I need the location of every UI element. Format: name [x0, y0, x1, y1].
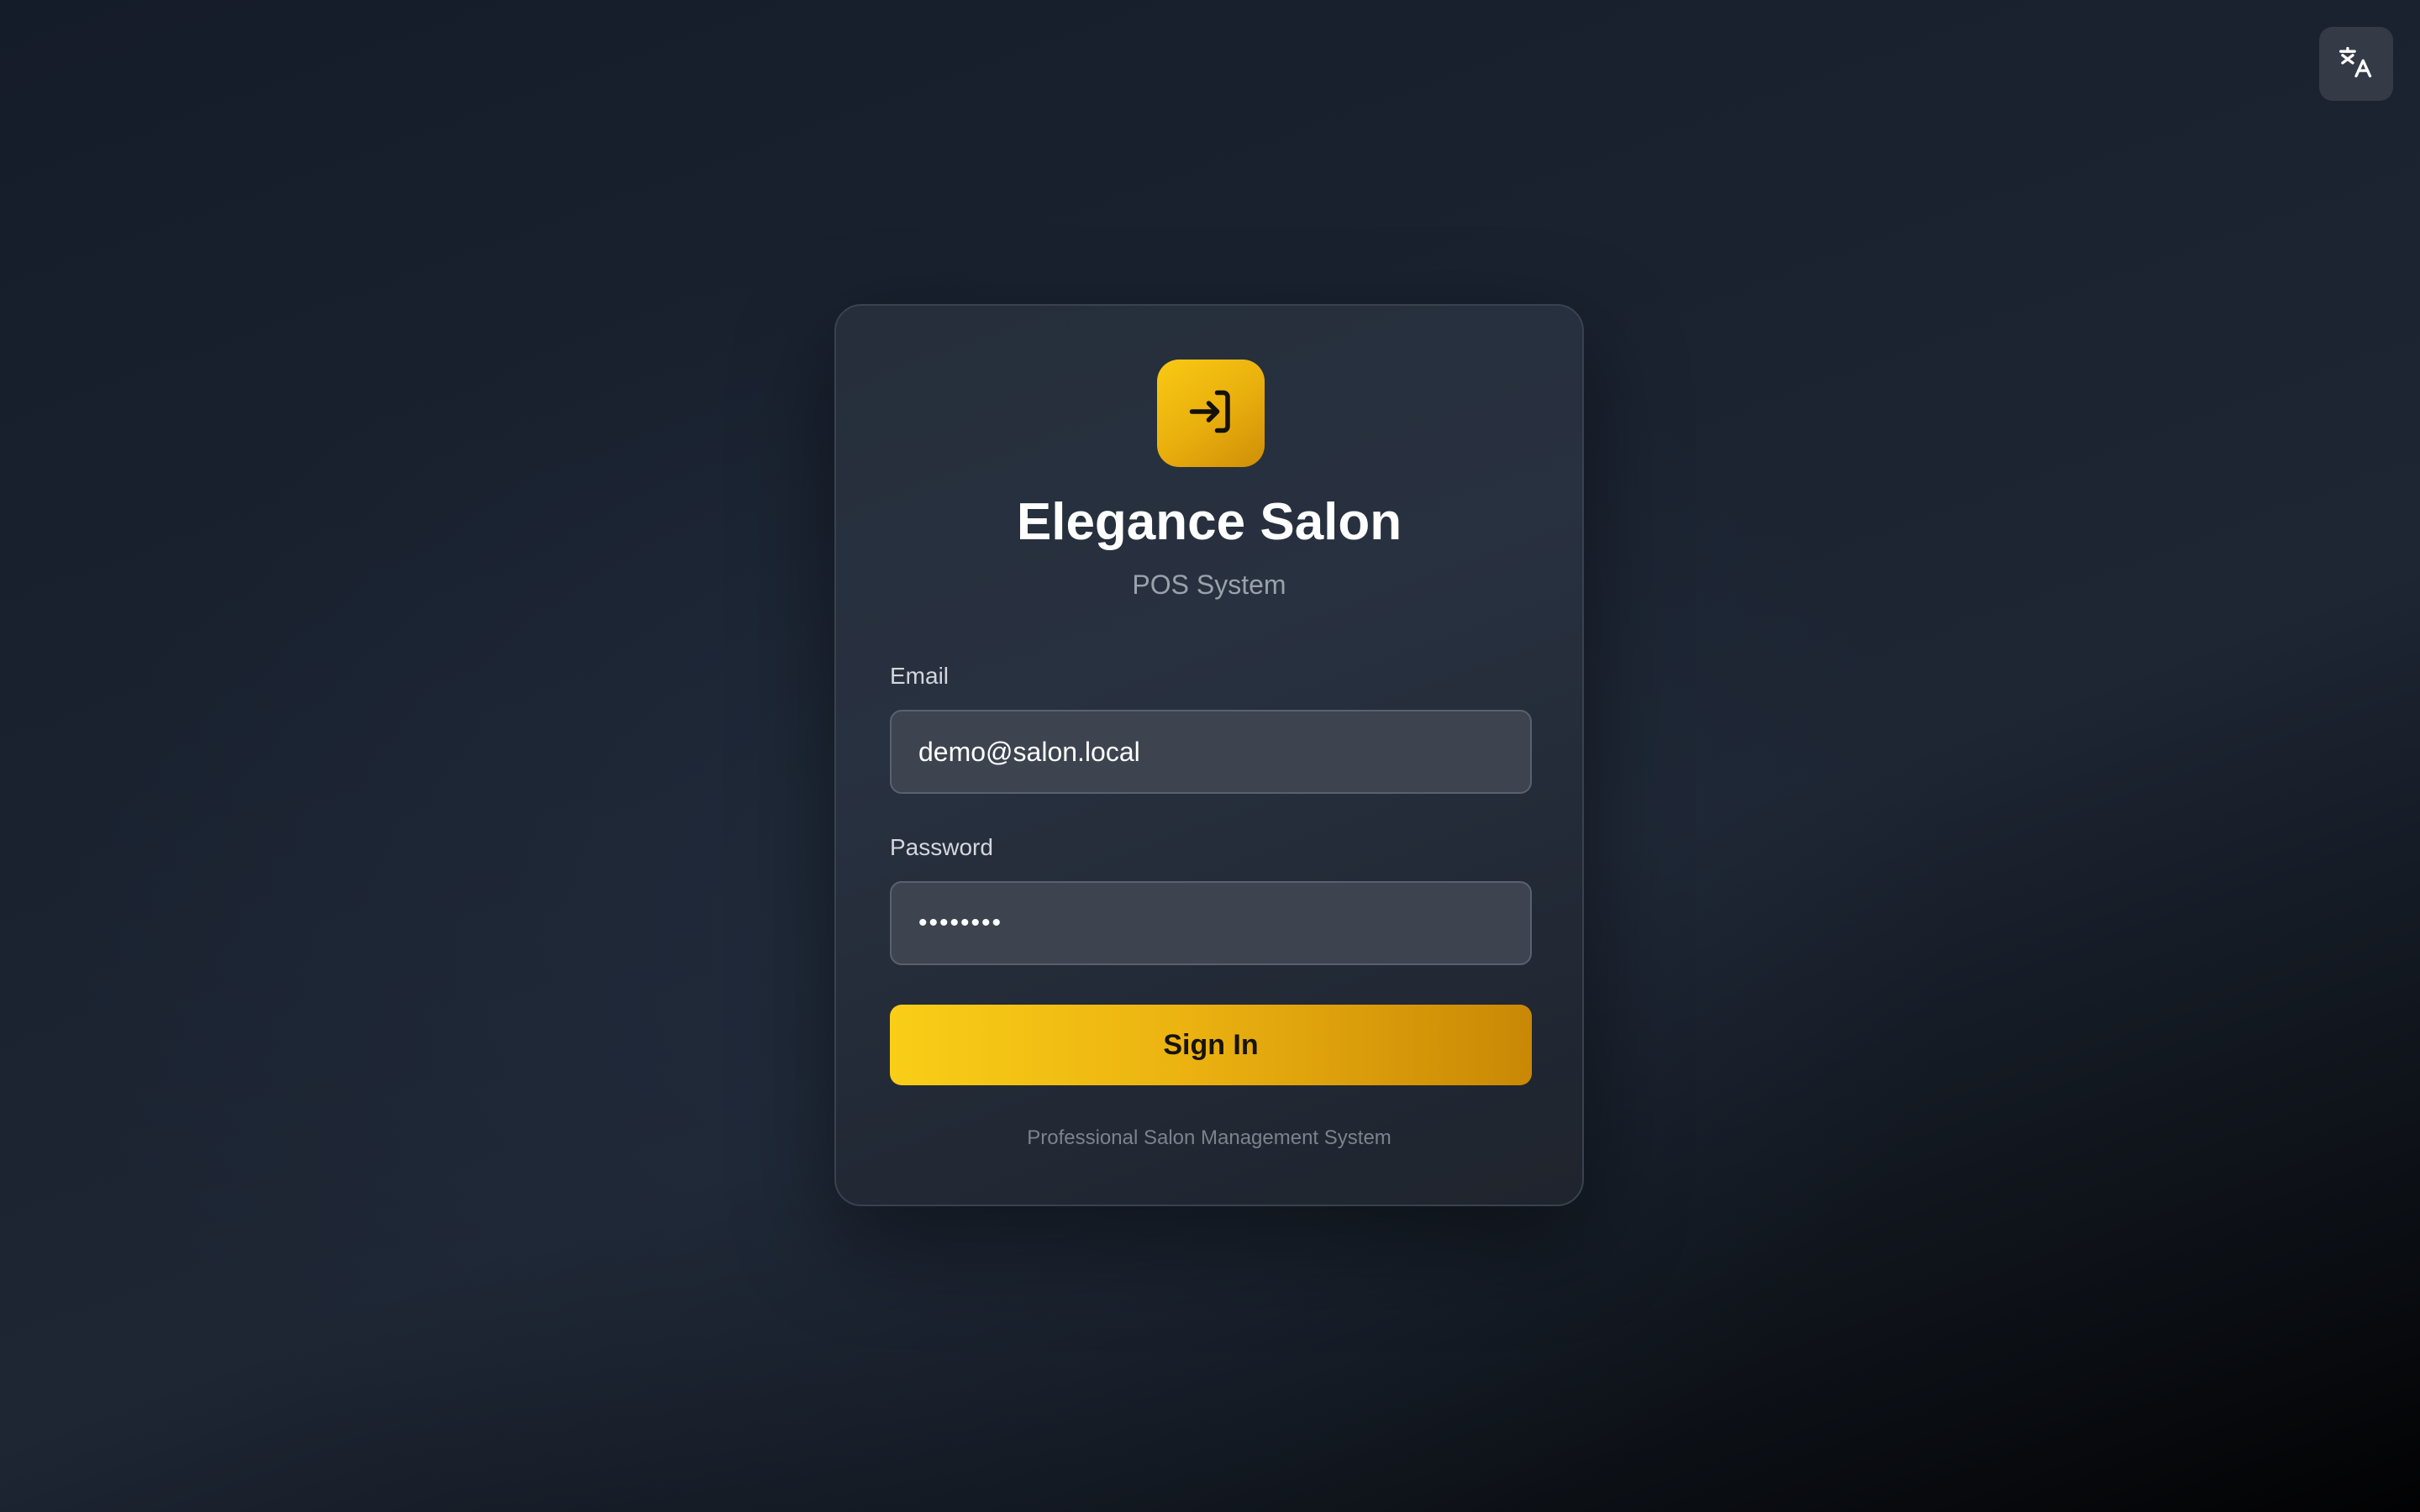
email-label: Email	[890, 663, 950, 689]
email-field[interactable]	[890, 710, 1532, 794]
translate-icon	[2338, 44, 2375, 85]
app-logo	[1157, 360, 1265, 467]
sign-in-button[interactable]: Sign In	[890, 1005, 1532, 1085]
sign-in-arrow-icon	[1186, 386, 1236, 441]
password-label: Password	[890, 834, 993, 860]
language-toggle-button[interactable]	[2319, 27, 2393, 101]
password-field[interactable]	[890, 881, 1532, 965]
app-title: Elegance Salon	[1016, 493, 1402, 551]
app-subtitle: POS System	[1132, 570, 1286, 600]
login-card: Elegance Salon POS System Email Password…	[834, 304, 1584, 1206]
footer-tagline: Professional Salon Management System	[1027, 1126, 1392, 1149]
